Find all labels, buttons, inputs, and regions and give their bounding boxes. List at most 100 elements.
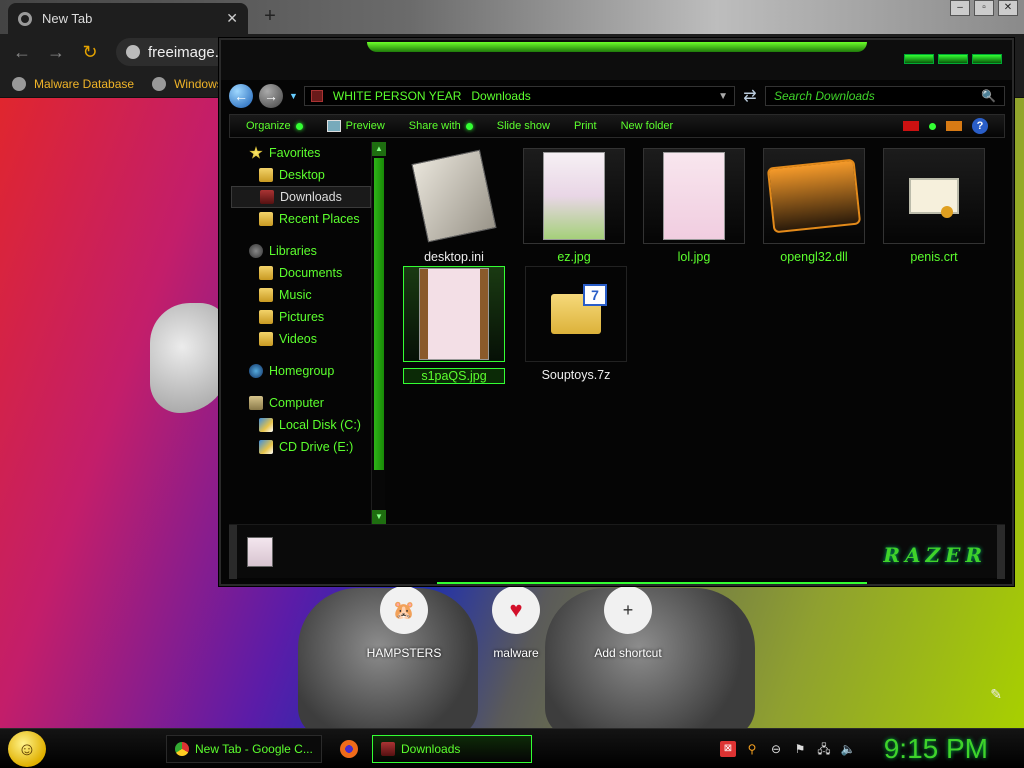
tab-new-tab[interactable]: New Tab ✕ [8,3,248,34]
tab-strip: New Tab ✕ + – ▫ ✕ [0,0,1024,34]
tray-app-icon[interactable]: ⊠ [720,741,736,757]
certificate-icon [909,178,959,218]
address-dropdown-icon[interactable]: ▼ [718,91,728,102]
shortcut-malware[interactable]: ♥ malware [472,586,560,660]
reload-button[interactable]: ↻ [76,38,104,66]
new-tab-button[interactable]: + [258,4,282,28]
bookmark-windows[interactable]: Windows [152,76,223,91]
breadcrumb-item[interactable]: WHITE PERSON YEAR [333,89,461,103]
file-name: opengl32.dll [780,250,848,264]
close-window-button[interactable]: ✕ [998,0,1018,16]
title-glow-bar [367,42,867,52]
file-item-penis-crt[interactable]: penis.crt [883,148,985,264]
nav-documents[interactable]: Documents [231,262,371,284]
taskbar-clock[interactable]: 9:15 PM [884,733,988,765]
file-name: lol.jpg [677,250,711,264]
search-icon[interactable]: 🔍 [981,89,996,103]
maximize-button[interactable]: ▫ [974,0,994,16]
nav-label: CD Drive (E:) [279,440,354,454]
nav-homegroup[interactable]: Homegroup [231,360,371,382]
breadcrumb-item[interactable]: Downloads [471,89,530,103]
nav-recent-places[interactable]: Recent Places [231,208,371,230]
7zip-badge-icon: 7 [583,284,607,306]
search-input[interactable]: Search Downloads 🔍 [765,86,1005,106]
star-icon [249,146,263,159]
browser-window-controls: – ▫ ✕ [950,0,1018,16]
nav-pictures[interactable]: Pictures [231,306,371,328]
nav-music[interactable]: Music [231,284,371,306]
address-bar[interactable]: WHITE PERSON YEAR Downloads ▼ [303,86,735,106]
start-button[interactable]: ☺ [8,731,46,767]
preview-button[interactable]: Preview [326,120,385,132]
scroll-down-arrow-icon[interactable]: ▼ [372,510,386,524]
explorer-maximize-button[interactable] [938,54,968,64]
preview-pane-icon[interactable] [946,121,962,131]
downloads-folder-icon [381,742,395,756]
nav-desktop[interactable]: Desktop [231,164,371,186]
details-pane-edge [229,525,237,579]
explorer-minimize-button[interactable] [904,54,934,64]
nav-cd-drive[interactable]: CD Drive (E:) [231,436,371,458]
add-shortcut-button[interactable]: + Add shortcut [584,586,672,660]
change-view-icon[interactable] [903,121,919,131]
system-tray: ⊠ ⚲ ⊖ ⚑ 🖧 🔈 [720,741,856,757]
nav-label: Pictures [279,310,325,324]
nav-videos[interactable]: Videos [231,328,371,350]
site-info-icon[interactable] [126,45,140,59]
nav-local-disk[interactable]: Local Disk (C:) [231,414,371,436]
help-icon[interactable]: ? [972,118,988,134]
taskbar-item-firefox[interactable] [330,735,368,763]
explorer-title-bar[interactable] [221,40,1012,80]
nav-label: Desktop [279,168,325,182]
view-dropdown-icon[interactable] [929,122,936,130]
network-icon[interactable]: 🖧 [816,741,832,757]
nav-libraries[interactable]: Libraries [231,240,371,262]
customize-pencil-icon[interactable]: ✎ [990,686,1002,703]
action-center-flag-icon[interactable]: ⚑ [792,741,808,757]
forward-button[interactable]: → [42,38,70,66]
print-button[interactable]: Print [574,120,597,132]
new-folder-button[interactable]: New folder [621,120,674,132]
file-item-desktop-ini[interactable]: desktop.ini [403,148,505,264]
minimize-button[interactable]: – [950,0,970,16]
file-thumbnail [883,148,985,244]
nav-label: Local Disk (C:) [279,418,361,432]
slide-show-button[interactable]: Slide show [497,120,550,132]
recent-pages-dropdown-icon[interactable]: ▼ [289,91,298,101]
file-item-ez-jpg[interactable]: ez.jpg [523,148,625,264]
scroll-thumb[interactable] [374,158,384,470]
tray-status-icon[interactable]: ⊖ [768,741,784,757]
nav-computer[interactable]: Computer [231,392,371,414]
downloads-icon [260,190,274,204]
file-item-s1paqs-jpg[interactable]: s1paQS.jpg [403,266,505,384]
nav-label: Homegroup [269,364,335,378]
image-thumbnail [663,152,725,240]
videos-icon [259,332,273,346]
explorer-back-button[interactable]: ← [229,84,253,108]
details-pane-edge [997,525,1005,579]
explorer-close-button[interactable] [972,54,1002,64]
bookmark-malware-database[interactable]: Malware Database [12,76,134,91]
taskbar-item-downloads[interactable]: Downloads [372,735,532,763]
taskbar-item-chrome[interactable]: New Tab - Google C... [166,735,322,763]
file-item-lol-jpg[interactable]: lol.jpg [643,148,745,264]
file-item-opengl32-dll[interactable]: opengl32.dll [763,148,865,264]
back-button[interactable]: ← [8,38,36,66]
share-with-button[interactable]: Share with [409,120,473,132]
nav-downloads[interactable]: Downloads [231,186,371,208]
address-row: ← → ▼ WHITE PERSON YEAR Downloads ▼ ⇄ Se… [229,82,1005,110]
refresh-icon[interactable]: ⇄ [741,86,759,106]
bookmark-label: Windows [174,76,223,91]
tray-search-icon[interactable]: ⚲ [744,741,760,757]
taskbar-item-label: New Tab - Google C... [195,742,313,756]
file-item-souptoys-7z[interactable]: 7 Souptoys.7z [525,266,627,382]
volume-icon[interactable]: 🔈 [840,741,856,757]
explorer-window-downloads: ← → ▼ WHITE PERSON YEAR Downloads ▼ ⇄ Se… [219,38,1014,586]
scroll-up-arrow-icon[interactable]: ▲ [372,142,386,156]
tab-close-icon[interactable]: ✕ [226,10,238,27]
organize-button[interactable]: Organize [246,120,303,132]
nav-favorites[interactable]: Favorites [231,142,371,164]
shortcut-hampsters[interactable]: 🐹 HAMPSTERS [360,586,448,660]
explorer-forward-button[interactable]: → [259,84,283,108]
nav-pane-scrollbar[interactable]: ▲ ▼ [371,142,386,524]
